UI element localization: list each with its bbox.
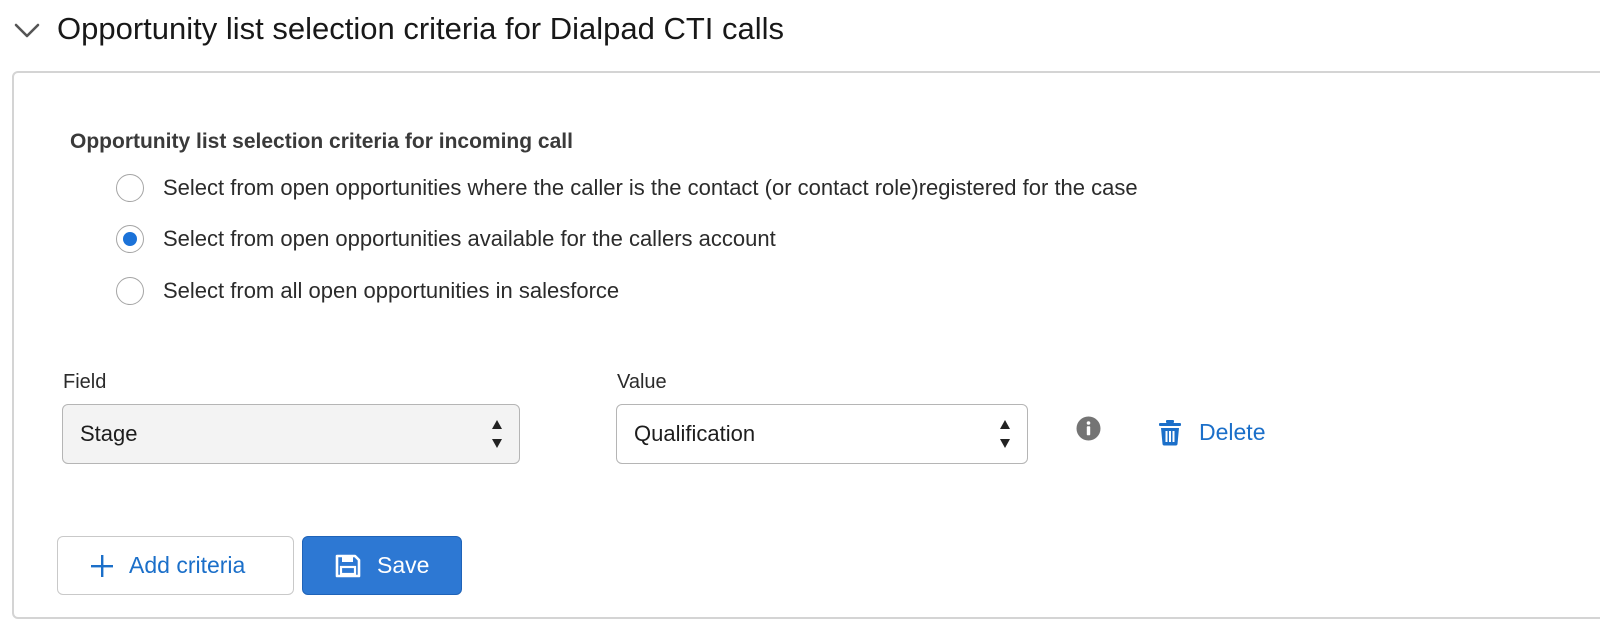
plus-icon [91, 554, 113, 577]
field-select[interactable]: Stage [62, 404, 520, 464]
value-label: Value [617, 371, 667, 393]
trash-icon [1159, 419, 1181, 445]
radio-option-case-contact[interactable]: Select from open opportunities where the… [116, 174, 1138, 202]
radio-button[interactable] [116, 277, 144, 305]
add-criteria-button[interactable]: Add criteria [57, 536, 294, 595]
radio-button-selected[interactable] [116, 225, 144, 253]
field-select-value: Stage [80, 421, 138, 446]
value-select[interactable]: Qualification [616, 404, 1028, 464]
section-title: Opportunity list selection criteria for … [57, 11, 785, 46]
add-criteria-label: Add criteria [129, 552, 246, 578]
radio-option-callers-account[interactable]: Select from open opportunities available… [116, 225, 776, 253]
save-label: Save [377, 552, 430, 578]
select-arrows-icon [492, 420, 502, 448]
save-button[interactable]: Save [302, 536, 462, 595]
field-label: Field [63, 371, 107, 393]
save-icon [335, 554, 361, 577]
radio-button[interactable] [116, 174, 144, 202]
value-select-value: Qualification [634, 421, 756, 446]
radio-option-label: Select from open opportunities available… [163, 226, 776, 251]
radio-option-label: Select from open opportunities where the… [163, 175, 1138, 200]
radio-option-label: Select from all open opportunities in sa… [163, 278, 620, 303]
info-icon[interactable] [1076, 416, 1101, 441]
radio-option-all-open[interactable]: Select from all open opportunities in sa… [116, 277, 619, 305]
delete-criteria-link[interactable]: Delete [1158, 414, 1265, 450]
radio-group-label: Opportunity list selection criteria for … [70, 130, 573, 153]
select-arrows-icon [1000, 420, 1010, 448]
chevron-down-icon[interactable] [14, 22, 40, 40]
delete-label: Delete [1199, 418, 1266, 445]
